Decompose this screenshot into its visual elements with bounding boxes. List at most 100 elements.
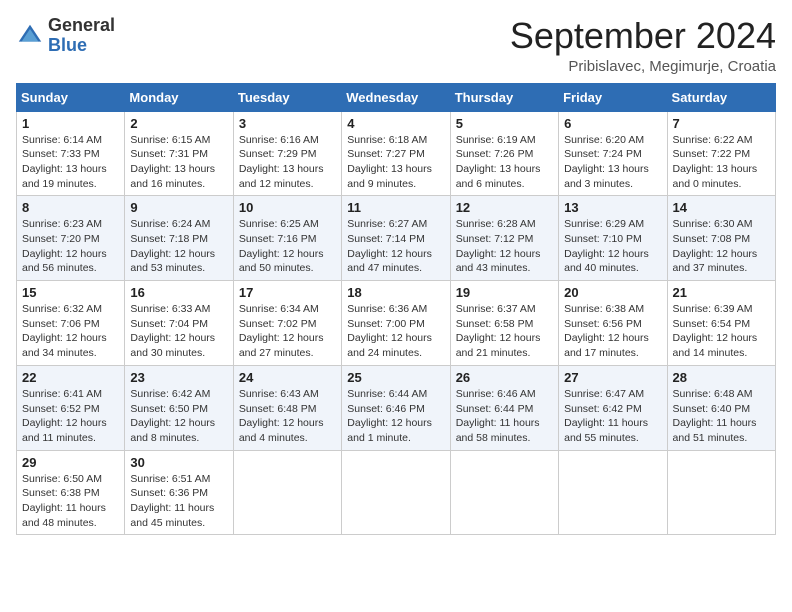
calendar-cell: 24 Sunrise: 6:43 AMSunset: 6:48 PMDaylig… [233, 365, 341, 450]
day-info: Sunrise: 6:50 AMSunset: 6:38 PMDaylight:… [22, 472, 119, 531]
calendar-cell: 14 Sunrise: 6:30 AMSunset: 7:08 PMDaylig… [667, 196, 775, 281]
calendar-cell: 4 Sunrise: 6:18 AMSunset: 7:27 PMDayligh… [342, 111, 450, 196]
calendar-week-row: 8 Sunrise: 6:23 AMSunset: 7:20 PMDayligh… [17, 196, 776, 281]
day-info: Sunrise: 6:30 AMSunset: 7:08 PMDaylight:… [673, 217, 770, 276]
calendar-cell: 27 Sunrise: 6:47 AMSunset: 6:42 PMDaylig… [559, 365, 667, 450]
calendar-cell: 13 Sunrise: 6:29 AMSunset: 7:10 PMDaylig… [559, 196, 667, 281]
calendar-cell: 26 Sunrise: 6:46 AMSunset: 6:44 PMDaylig… [450, 365, 558, 450]
day-number: 27 [564, 370, 661, 385]
day-number: 13 [564, 200, 661, 215]
day-info: Sunrise: 6:16 AMSunset: 7:29 PMDaylight:… [239, 133, 336, 192]
day-info: Sunrise: 6:47 AMSunset: 6:42 PMDaylight:… [564, 387, 661, 446]
column-header-wednesday: Wednesday [342, 83, 450, 111]
day-number: 7 [673, 116, 770, 131]
day-number: 3 [239, 116, 336, 131]
logo-icon [16, 22, 44, 50]
calendar-cell: 2 Sunrise: 6:15 AMSunset: 7:31 PMDayligh… [125, 111, 233, 196]
logo-general-text: General [48, 15, 115, 35]
calendar-cell: 15 Sunrise: 6:32 AMSunset: 7:06 PMDaylig… [17, 281, 125, 366]
calendar-cell: 1 Sunrise: 6:14 AMSunset: 7:33 PMDayligh… [17, 111, 125, 196]
calendar-cell: 29 Sunrise: 6:50 AMSunset: 6:38 PMDaylig… [17, 450, 125, 535]
calendar-cell: 28 Sunrise: 6:48 AMSunset: 6:40 PMDaylig… [667, 365, 775, 450]
title-area: September 2024 Pribislavec, Megimurje, C… [510, 16, 776, 75]
calendar-header-row: SundayMondayTuesdayWednesdayThursdayFrid… [17, 83, 776, 111]
day-number: 14 [673, 200, 770, 215]
calendar-cell [233, 450, 341, 535]
day-info: Sunrise: 6:39 AMSunset: 6:54 PMDaylight:… [673, 302, 770, 361]
day-number: 1 [22, 116, 119, 131]
day-info: Sunrise: 6:34 AMSunset: 7:02 PMDaylight:… [239, 302, 336, 361]
calendar-cell: 25 Sunrise: 6:44 AMSunset: 6:46 PMDaylig… [342, 365, 450, 450]
calendar-cell: 17 Sunrise: 6:34 AMSunset: 7:02 PMDaylig… [233, 281, 341, 366]
calendar-cell: 19 Sunrise: 6:37 AMSunset: 6:58 PMDaylig… [450, 281, 558, 366]
calendar-week-row: 1 Sunrise: 6:14 AMSunset: 7:33 PMDayligh… [17, 111, 776, 196]
day-info: Sunrise: 6:18 AMSunset: 7:27 PMDaylight:… [347, 133, 444, 192]
day-info: Sunrise: 6:42 AMSunset: 6:50 PMDaylight:… [130, 387, 227, 446]
day-info: Sunrise: 6:41 AMSunset: 6:52 PMDaylight:… [22, 387, 119, 446]
day-number: 26 [456, 370, 553, 385]
day-number: 16 [130, 285, 227, 300]
location-subtitle: Pribislavec, Megimurje, Croatia [510, 58, 776, 75]
day-number: 4 [347, 116, 444, 131]
calendar-cell [450, 450, 558, 535]
day-number: 24 [239, 370, 336, 385]
day-number: 6 [564, 116, 661, 131]
calendar-cell: 6 Sunrise: 6:20 AMSunset: 7:24 PMDayligh… [559, 111, 667, 196]
day-number: 22 [22, 370, 119, 385]
column-header-saturday: Saturday [667, 83, 775, 111]
day-number: 9 [130, 200, 227, 215]
calendar-cell: 8 Sunrise: 6:23 AMSunset: 7:20 PMDayligh… [17, 196, 125, 281]
day-number: 17 [239, 285, 336, 300]
day-number: 29 [22, 455, 119, 470]
day-info: Sunrise: 6:46 AMSunset: 6:44 PMDaylight:… [456, 387, 553, 446]
calendar-cell: 9 Sunrise: 6:24 AMSunset: 7:18 PMDayligh… [125, 196, 233, 281]
day-number: 21 [673, 285, 770, 300]
day-info: Sunrise: 6:43 AMSunset: 6:48 PMDaylight:… [239, 387, 336, 446]
day-info: Sunrise: 6:48 AMSunset: 6:40 PMDaylight:… [673, 387, 770, 446]
column-header-tuesday: Tuesday [233, 83, 341, 111]
day-number: 20 [564, 285, 661, 300]
day-number: 25 [347, 370, 444, 385]
calendar-cell: 12 Sunrise: 6:28 AMSunset: 7:12 PMDaylig… [450, 196, 558, 281]
day-number: 11 [347, 200, 444, 215]
day-info: Sunrise: 6:14 AMSunset: 7:33 PMDaylight:… [22, 133, 119, 192]
calendar-table: SundayMondayTuesdayWednesdayThursdayFrid… [16, 83, 776, 536]
calendar-cell: 30 Sunrise: 6:51 AMSunset: 6:36 PMDaylig… [125, 450, 233, 535]
day-number: 5 [456, 116, 553, 131]
page-header: General Blue September 2024 Pribislavec,… [16, 16, 776, 75]
day-number: 28 [673, 370, 770, 385]
calendar-cell: 16 Sunrise: 6:33 AMSunset: 7:04 PMDaylig… [125, 281, 233, 366]
column-header-sunday: Sunday [17, 83, 125, 111]
calendar-cell [667, 450, 775, 535]
day-info: Sunrise: 6:23 AMSunset: 7:20 PMDaylight:… [22, 217, 119, 276]
day-number: 23 [130, 370, 227, 385]
day-number: 19 [456, 285, 553, 300]
logo-blue-text: Blue [48, 35, 87, 55]
logo: General Blue [16, 16, 115, 56]
day-info: Sunrise: 6:19 AMSunset: 7:26 PMDaylight:… [456, 133, 553, 192]
calendar-week-row: 22 Sunrise: 6:41 AMSunset: 6:52 PMDaylig… [17, 365, 776, 450]
day-info: Sunrise: 6:32 AMSunset: 7:06 PMDaylight:… [22, 302, 119, 361]
day-info: Sunrise: 6:25 AMSunset: 7:16 PMDaylight:… [239, 217, 336, 276]
day-info: Sunrise: 6:36 AMSunset: 7:00 PMDaylight:… [347, 302, 444, 361]
day-number: 10 [239, 200, 336, 215]
day-number: 30 [130, 455, 227, 470]
calendar-cell [559, 450, 667, 535]
day-number: 15 [22, 285, 119, 300]
calendar-cell: 22 Sunrise: 6:41 AMSunset: 6:52 PMDaylig… [17, 365, 125, 450]
calendar-cell: 3 Sunrise: 6:16 AMSunset: 7:29 PMDayligh… [233, 111, 341, 196]
day-number: 8 [22, 200, 119, 215]
calendar-cell: 7 Sunrise: 6:22 AMSunset: 7:22 PMDayligh… [667, 111, 775, 196]
day-info: Sunrise: 6:33 AMSunset: 7:04 PMDaylight:… [130, 302, 227, 361]
day-info: Sunrise: 6:37 AMSunset: 6:58 PMDaylight:… [456, 302, 553, 361]
calendar-cell: 11 Sunrise: 6:27 AMSunset: 7:14 PMDaylig… [342, 196, 450, 281]
month-title: September 2024 [510, 16, 776, 56]
calendar-cell: 5 Sunrise: 6:19 AMSunset: 7:26 PMDayligh… [450, 111, 558, 196]
column-header-monday: Monday [125, 83, 233, 111]
calendar-week-row: 15 Sunrise: 6:32 AMSunset: 7:06 PMDaylig… [17, 281, 776, 366]
calendar-cell [342, 450, 450, 535]
day-info: Sunrise: 6:29 AMSunset: 7:10 PMDaylight:… [564, 217, 661, 276]
calendar-week-row: 29 Sunrise: 6:50 AMSunset: 6:38 PMDaylig… [17, 450, 776, 535]
day-info: Sunrise: 6:27 AMSunset: 7:14 PMDaylight:… [347, 217, 444, 276]
day-info: Sunrise: 6:15 AMSunset: 7:31 PMDaylight:… [130, 133, 227, 192]
